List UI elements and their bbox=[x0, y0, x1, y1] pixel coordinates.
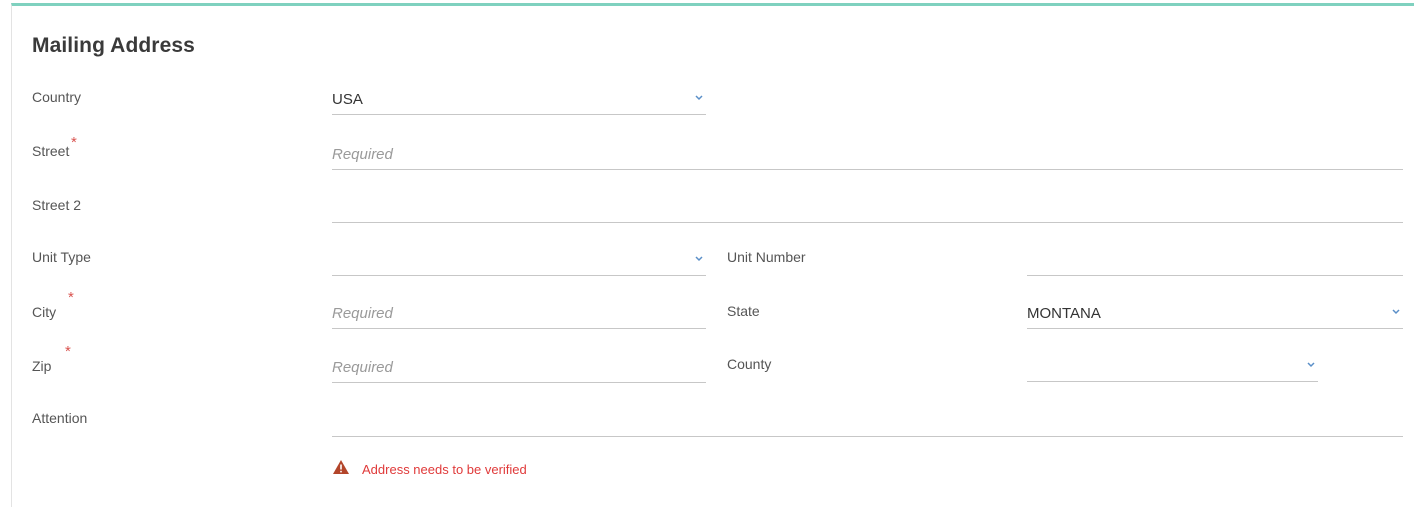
chevron-down-icon bbox=[694, 94, 704, 102]
zip-input[interactable] bbox=[332, 353, 706, 383]
chevron-down-icon bbox=[694, 255, 704, 263]
required-indicator: * bbox=[68, 289, 74, 306]
zip-label: Zip bbox=[32, 358, 52, 374]
unit-number-label: Unit Number bbox=[727, 249, 806, 265]
unit-type-select[interactable] bbox=[332, 246, 706, 276]
city-label: City bbox=[32, 304, 57, 320]
unit-number-input[interactable] bbox=[1027, 246, 1403, 276]
county-label: County bbox=[727, 356, 772, 372]
required-indicator: * bbox=[71, 134, 77, 151]
country-label: Country bbox=[32, 89, 82, 105]
city-input[interactable] bbox=[332, 299, 706, 329]
chevron-down-icon bbox=[1391, 308, 1401, 316]
county-select[interactable] bbox=[1027, 352, 1318, 382]
street2-input[interactable] bbox=[332, 193, 1403, 223]
section-title: Mailing Address bbox=[32, 34, 195, 57]
street-label: Street bbox=[32, 143, 70, 159]
state-selected-value: MONTANA bbox=[1027, 305, 1101, 322]
chevron-down-icon bbox=[1306, 361, 1316, 369]
street2-label: Street 2 bbox=[32, 197, 82, 213]
warning-message: Address needs to be verified bbox=[362, 461, 527, 477]
address-verification-warning: Address needs to be verified bbox=[332, 458, 527, 480]
street-input[interactable] bbox=[332, 140, 1403, 170]
attention-input[interactable] bbox=[332, 407, 1403, 437]
state-select[interactable]: MONTANA bbox=[1027, 299, 1403, 329]
unit-type-label: Unit Type bbox=[32, 249, 91, 265]
country-selected-value: USA bbox=[332, 91, 363, 108]
state-label: State bbox=[727, 303, 760, 319]
country-select[interactable]: USA bbox=[332, 85, 706, 115]
required-indicator: * bbox=[65, 343, 71, 360]
attention-label: Attention bbox=[32, 410, 88, 426]
warning-triangle-icon bbox=[332, 459, 350, 480]
